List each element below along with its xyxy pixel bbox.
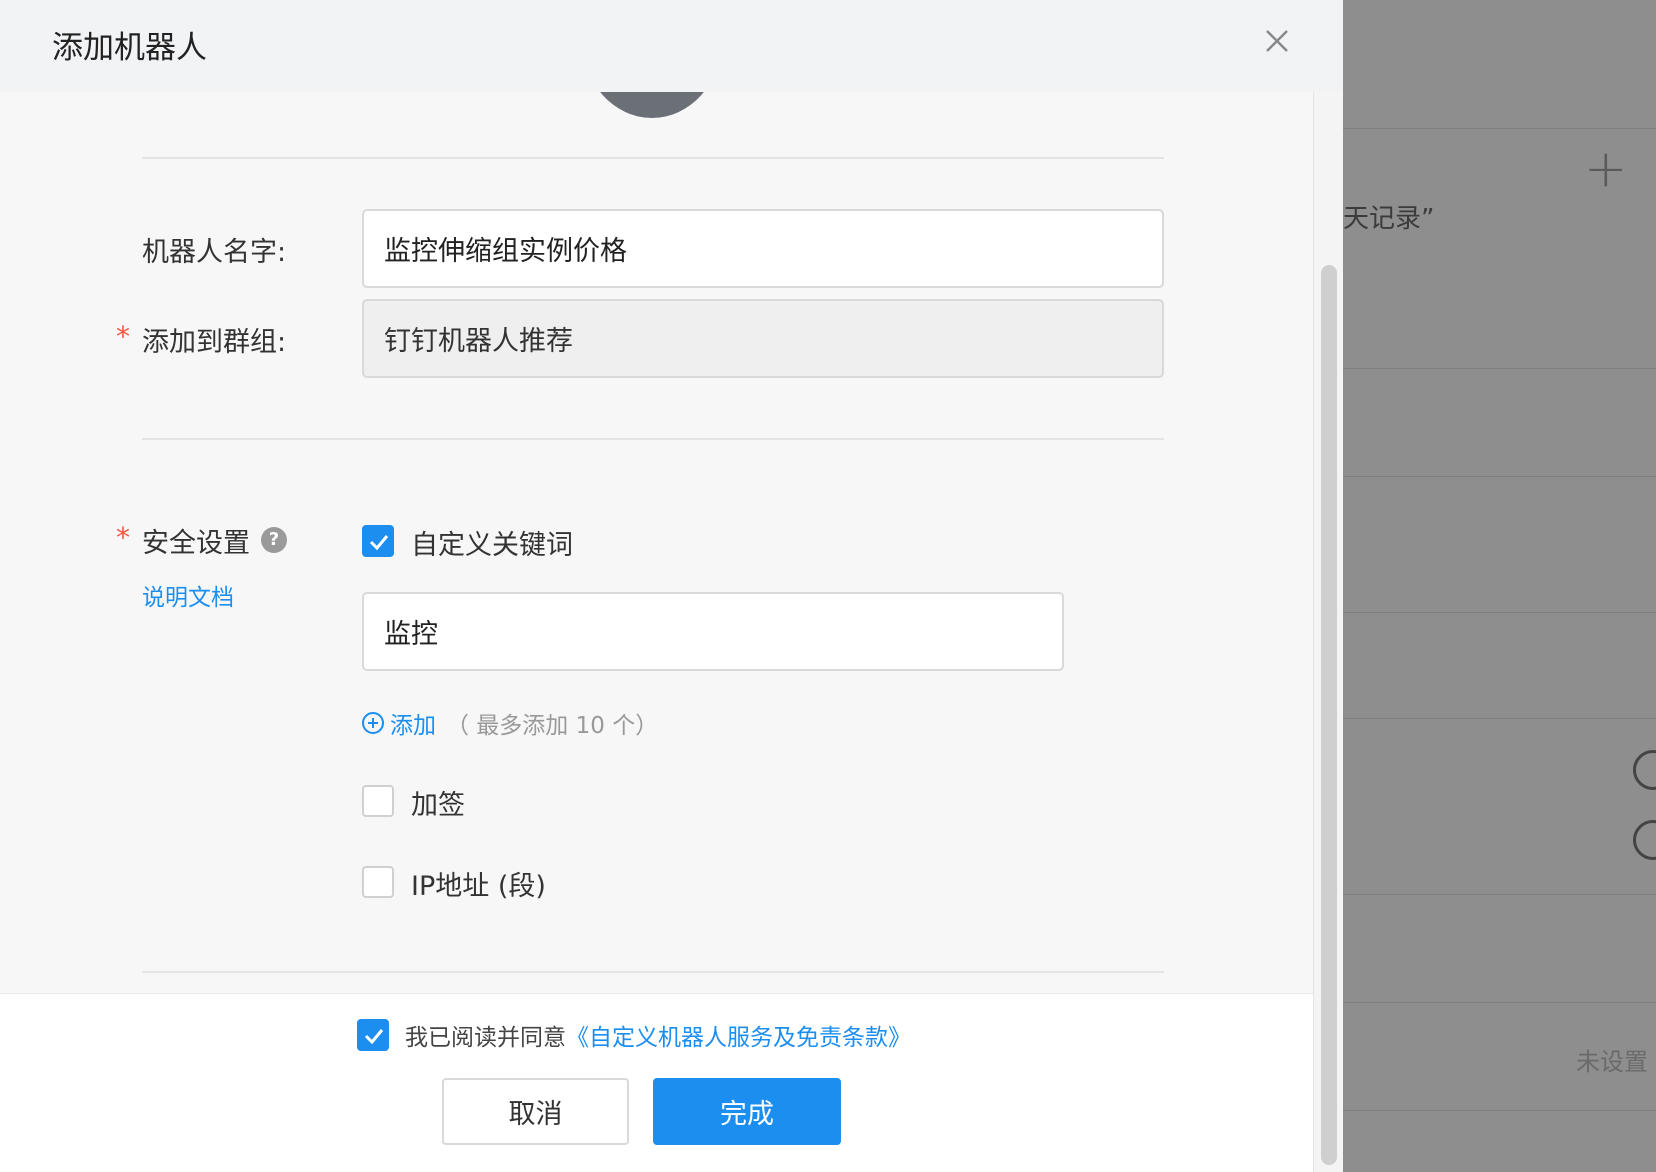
agreement-text: 我已阅读并同意《自定义机器人服务及免责条款》 [405,1018,911,1052]
agreement-link[interactable]: 《自定义机器人服务及免责条款》 [566,1025,911,1051]
group-field: 钉钉机器人推荐 [362,299,1164,378]
plus-circle-icon[interactable] [362,712,384,734]
keyword-input[interactable]: 监控 [362,592,1064,671]
section-divider [142,438,1164,440]
keyword-checkbox-label: 自定义关键词 [411,530,573,561]
agree-checkbox[interactable] [357,1019,389,1051]
bg-divider [1343,476,1656,477]
bg-plus-icon: + [1584,139,1628,199]
bg-divider [1343,612,1656,613]
robot-name-input[interactable]: 监控伸缩组实例价格 [362,209,1164,288]
group-label: 添加到群组: [142,327,287,358]
bg-divider [1343,1110,1656,1111]
done-button[interactable]: 完成 [653,1078,841,1145]
security-settings-label: 安全设置 [142,528,250,559]
add-keyword-row: 添加 （ 最多添加 10 个） [362,706,659,740]
keyword-checkbox[interactable] [362,525,394,557]
bg-divider [1343,1002,1656,1003]
bg-unset-text: 未设置 [1576,1048,1648,1076]
section-divider [142,157,1164,159]
ip-checkbox[interactable] [362,866,394,898]
sign-checkbox-label: 加签 [411,790,465,821]
bg-divider [1343,718,1656,719]
bg-divider [1343,128,1656,129]
close-button[interactable] [1262,26,1292,56]
ip-checkbox-label: IP地址 (段) [411,871,546,902]
check-icon [364,1029,384,1045]
help-icon[interactable]: ? [261,527,287,553]
add-robot-dialog: 添加机器人 机器人名字: 监控伸缩组实例价格 * 添加到群组: 钉钉机器人推荐 … [0,0,1343,1172]
dialog-header: 添加机器人 [0,0,1343,92]
sign-checkbox[interactable] [362,785,394,817]
bg-chat-record-text: 天记录” [1343,204,1435,234]
doc-link[interactable]: 说明文档 [142,578,234,612]
check-icon [369,535,389,551]
robot-name-label: 机器人名字: [142,237,287,268]
cancel-button[interactable]: 取消 [442,1078,629,1145]
scrollbar-thumb[interactable] [1321,265,1337,1165]
required-mark: * [116,521,130,554]
add-keyword-hint: （ 最多添加 10 个） [446,713,659,739]
agreement-prefix: 我已阅读并同意 [405,1025,566,1051]
dialog-title: 添加机器人 [52,30,207,66]
bg-radio-icon [1633,820,1656,860]
bg-divider [1343,368,1656,369]
bg-divider [1343,894,1656,895]
add-keyword-link[interactable]: 添加 [390,706,436,740]
close-icon [1266,30,1288,52]
bg-radio-icon [1633,750,1656,790]
section-divider [142,971,1164,973]
required-mark: * [116,320,130,353]
